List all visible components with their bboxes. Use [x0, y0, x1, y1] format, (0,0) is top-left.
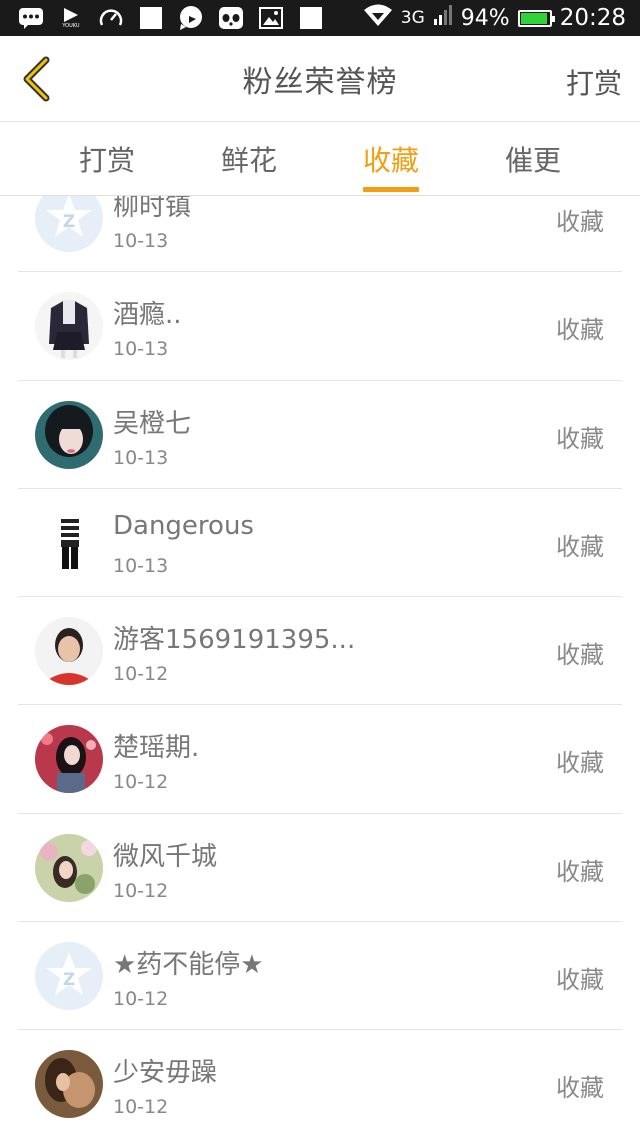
item-action-label: 收藏	[556, 966, 604, 995]
list-item[interactable]: Z 柳时镇 10-13 收藏	[18, 196, 622, 273]
item-date: 10-12	[113, 663, 169, 686]
item-date: 10-12	[113, 771, 169, 794]
page-title: 粉丝荣誉榜	[242, 64, 398, 100]
app-header: 粉丝荣誉榜 打赏	[0, 36, 640, 122]
list-item[interactable]: 吴橙七 10-13 收藏	[18, 381, 622, 489]
battery-icon	[517, 9, 555, 27]
square-icon	[298, 6, 324, 30]
list-item[interactable]: 酒瘾.. 10-13 收藏	[18, 272, 622, 381]
item-action-label: 收藏	[556, 424, 604, 453]
system-indicators: 3G 94% 20:28	[363, 3, 626, 33]
user-avatar	[35, 833, 103, 902]
user-name: 吴橙七	[113, 408, 192, 439]
active-tab-indicator	[363, 187, 419, 192]
back-button[interactable]	[14, 56, 58, 102]
user-name: 酒瘾..	[113, 300, 182, 331]
image-icon	[258, 6, 284, 30]
list-item[interactable]: 微风千城 10-12 收藏	[18, 814, 622, 923]
item-action-label: 收藏	[556, 857, 604, 886]
tip-button[interactable]: 打赏	[566, 62, 622, 102]
svg-text:Z: Z	[63, 212, 75, 232]
fan-list[interactable]: Z 柳时镇 10-13 收藏 酒瘾.. 10-13 收藏 吴橙七 10-13 收…	[0, 196, 640, 1138]
item-date: 10-13	[113, 446, 169, 469]
youku-icon: YOUKU	[58, 6, 84, 30]
chat-bubble-icon	[178, 6, 204, 30]
tab-flowers[interactable]: 鲜花	[189, 122, 309, 196]
user-avatar	[35, 400, 103, 469]
item-date: 10-13	[113, 554, 169, 577]
tab-label: 催更	[504, 144, 561, 177]
list-item[interactable]: 少安毋躁 10-12 收藏	[18, 1030, 622, 1138]
tab-label: 鲜花	[220, 144, 277, 177]
list-item[interactable]: Z ★药不能停★ 10-12 收藏	[18, 922, 622, 1031]
svg-text:Z: Z	[63, 970, 75, 990]
battery-percent: 94%	[460, 5, 510, 31]
item-date: 10-12	[113, 1096, 169, 1119]
list-item[interactable]: 游客1569191395... 10-12 收藏	[18, 597, 622, 706]
panda-icon	[218, 6, 244, 30]
signal-icon	[433, 4, 453, 32]
user-name: Dangerous	[113, 510, 254, 541]
user-name: 柳时镇	[113, 196, 192, 222]
tab-bar: 打赏 鲜花 收藏 催更	[0, 122, 640, 196]
item-action-label: 收藏	[556, 749, 604, 778]
user-avatar	[35, 725, 103, 794]
item-action-label: 收藏	[556, 641, 604, 670]
default-avatar-icon: Z	[35, 196, 103, 252]
clock: 20:28	[559, 5, 626, 31]
item-date: 10-12	[113, 988, 169, 1011]
chevron-left-icon	[23, 56, 50, 102]
user-name: ★药不能停★	[113, 950, 264, 981]
item-action-label: 收藏	[556, 316, 604, 345]
youku-label: YOUKU	[62, 23, 80, 29]
user-avatar	[35, 1050, 103, 1119]
user-name: 游客1569191395...	[113, 625, 356, 656]
list-item[interactable]: Dangerous 10-13 收藏	[18, 489, 622, 598]
item-date: 10-13	[113, 230, 169, 252]
network-type: 3G	[400, 8, 425, 28]
item-action-label: 收藏	[556, 208, 604, 236]
user-name: 少安毋躁	[113, 1058, 218, 1089]
default-avatar-icon: Z	[35, 942, 103, 1011]
tab-tip[interactable]: 打赏	[47, 122, 167, 196]
square-icon	[138, 6, 164, 30]
item-date: 10-12	[113, 879, 169, 902]
user-avatar	[35, 508, 103, 577]
item-date: 10-13	[113, 338, 169, 361]
tab-label: 收藏	[362, 144, 419, 177]
list-item[interactable]: 楚瑶期. 10-12 收藏	[18, 705, 622, 814]
tab-favorites[interactable]: 收藏	[331, 122, 451, 196]
user-avatar	[35, 292, 103, 361]
notification-icons: YOUKU	[18, 6, 363, 30]
tab-urge-update[interactable]: 催更	[473, 122, 593, 196]
user-name: 微风千城	[113, 841, 218, 872]
message-icon	[18, 6, 44, 30]
user-name: 楚瑶期.	[113, 733, 200, 764]
tab-label: 打赏	[78, 144, 135, 177]
item-action-label: 收藏	[556, 1074, 604, 1103]
status-bar: YOUKU 3G 94% 20:28	[0, 0, 640, 36]
wifi-icon	[363, 3, 393, 33]
user-avatar	[35, 617, 103, 686]
speedometer-icon	[98, 6, 124, 30]
item-action-label: 收藏	[556, 532, 604, 561]
